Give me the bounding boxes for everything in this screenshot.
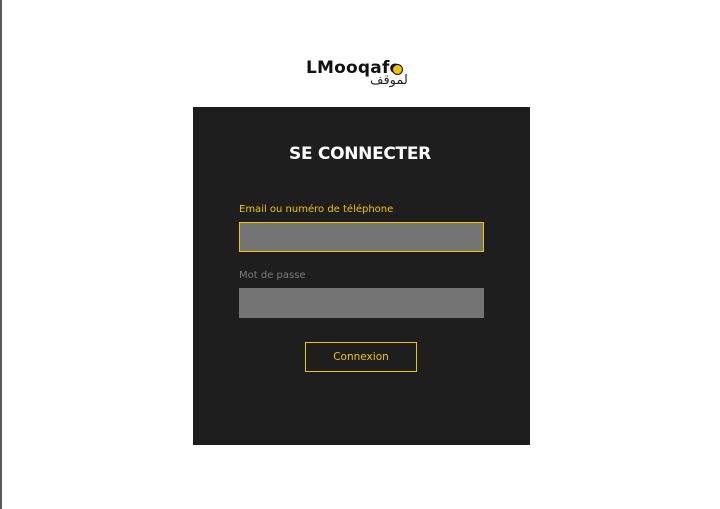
window-edge bbox=[0, 0, 2, 509]
login-page: LMooqafo لموقف SE CONNECTER Email ou num… bbox=[0, 0, 720, 509]
brand-logo: LMooqafo لموقف bbox=[304, 56, 424, 96]
logo-arabic-text: لموقف bbox=[370, 73, 408, 88]
login-button[interactable]: Connexion bbox=[305, 342, 417, 372]
email-input[interactable] bbox=[239, 222, 484, 252]
email-label: Email ou numéro de téléphone bbox=[239, 204, 394, 215]
password-input[interactable] bbox=[239, 288, 484, 318]
password-label: Mot de passe bbox=[239, 270, 306, 281]
login-title: SE CONNECTER bbox=[289, 144, 431, 164]
